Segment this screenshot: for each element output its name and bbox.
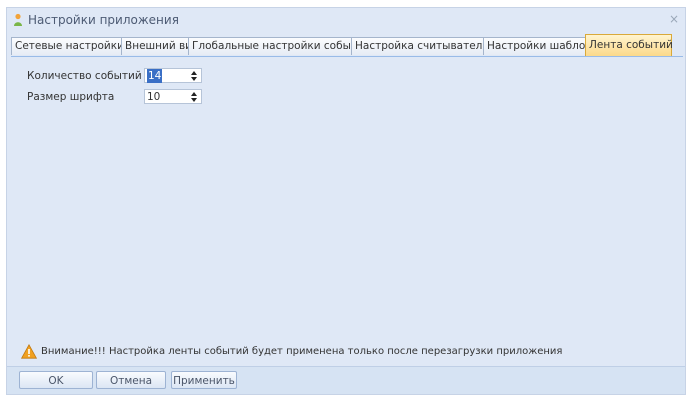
tab-strip: Сетевые настройки Внешний вид Глобальные… bbox=[11, 34, 683, 57]
settings-dialog: Настройки приложения × Сетевые настройки… bbox=[6, 7, 686, 395]
spin-arrows-icon[interactable] bbox=[190, 91, 198, 103]
cancel-button[interactable]: Отмена bbox=[96, 371, 166, 389]
tab-appearance[interactable]: Внешний вид bbox=[121, 37, 199, 55]
event-feed-panel: Количество событий 14 Размер шрифта 10 bbox=[11, 57, 683, 375]
tab-event-feed[interactable]: Лента событий bbox=[585, 34, 673, 56]
close-button[interactable]: × bbox=[669, 12, 679, 26]
apply-button[interactable]: Применить bbox=[171, 371, 237, 389]
spin-arrows-icon[interactable] bbox=[190, 70, 198, 82]
tab-template-settings[interactable]: Настройки шаблона bbox=[483, 37, 599, 55]
tab-network-settings[interactable]: Сетевые настройки bbox=[11, 37, 124, 55]
title-bar[interactable]: Настройки приложения × bbox=[7, 8, 685, 32]
window-title: Настройки приложения bbox=[28, 13, 179, 27]
ok-button[interactable]: OK bbox=[19, 371, 93, 389]
button-bar: OK Отмена Применить bbox=[7, 366, 685, 394]
font-size-value[interactable]: 10 bbox=[147, 90, 160, 104]
tab-global-event-settings[interactable]: Глобальные настройки событий bbox=[188, 37, 371, 55]
event-count-label: Количество событий bbox=[27, 70, 142, 82]
event-count-spinner[interactable]: 14 bbox=[144, 68, 202, 83]
warning-triangle-icon bbox=[21, 344, 37, 359]
font-size-label: Размер шрифта bbox=[27, 91, 115, 103]
warning-text: Внимание!!! Настройка ленты событий буде… bbox=[41, 346, 563, 357]
user-icon bbox=[14, 13, 22, 26]
event-count-value[interactable]: 14 bbox=[147, 69, 163, 83]
font-size-spinner[interactable]: 10 bbox=[144, 89, 202, 104]
tab-reader-settings[interactable]: Настройка считывателей bbox=[351, 37, 496, 55]
